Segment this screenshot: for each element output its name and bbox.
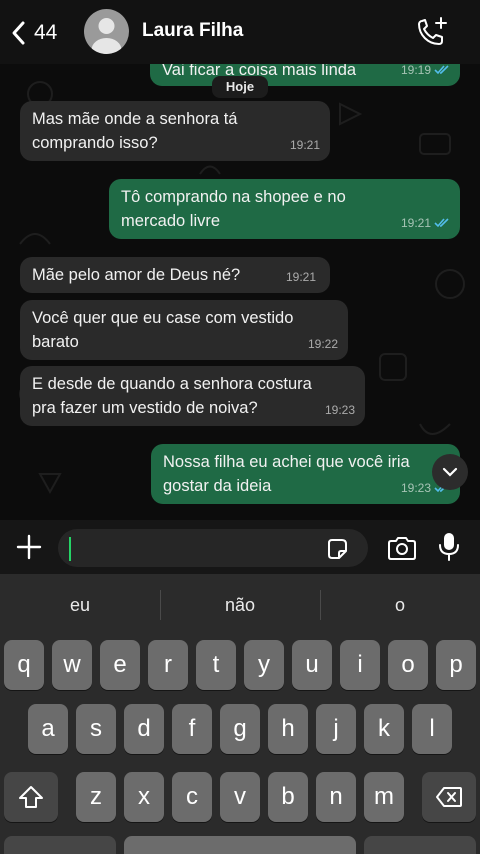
- microphone-icon[interactable]: [437, 531, 461, 563]
- key-e[interactable]: e: [100, 640, 140, 690]
- message-meta: 19:21: [290, 133, 320, 157]
- suggestion-1[interactable]: eu: [0, 574, 160, 636]
- message-time: 19:21: [400, 216, 431, 230]
- contact-name[interactable]: Laura Filha: [142, 20, 243, 42]
- add-call-icon[interactable]: [414, 15, 450, 49]
- suggestion-3[interactable]: o: [320, 574, 480, 636]
- key-a[interactable]: a: [28, 704, 68, 754]
- key-m[interactable]: m: [364, 772, 404, 822]
- message-time: 19:23: [400, 481, 431, 495]
- shift-icon: [19, 786, 43, 808]
- message-input[interactable]: [58, 529, 368, 567]
- back-button[interactable]: 44: [8, 16, 57, 50]
- read-ticks-icon: [434, 65, 449, 75]
- message-bubble-outgoing[interactable]: Nossa filha eu achei que você iria gosta…: [151, 444, 460, 504]
- message-time: 19:21: [289, 138, 320, 152]
- chevron-left-icon: [12, 21, 25, 45]
- message-time: 19:21: [285, 270, 316, 284]
- key-h[interactable]: h: [268, 704, 308, 754]
- message-text: Mas mãe onde a senhora tá comprando isso…: [32, 110, 238, 152]
- scroll-to-bottom-button[interactable]: [432, 454, 468, 490]
- chat-header: 44 Laura Filha: [0, 0, 480, 64]
- message-time: 19:19: [400, 64, 431, 77]
- virtual-keyboard: eu não o q w e r t y u i o p a s d f g h…: [0, 574, 480, 854]
- return-key[interactable]: [364, 836, 476, 854]
- plus-icon[interactable]: [14, 532, 44, 562]
- key-r[interactable]: r: [148, 640, 188, 690]
- space-key[interactable]: [124, 836, 356, 854]
- key-w[interactable]: w: [52, 640, 92, 690]
- date-divider: Hoje: [212, 76, 268, 98]
- message-input-bar: [0, 520, 480, 574]
- key-l[interactable]: l: [412, 704, 452, 754]
- message-text: Tô comprando na shopee e no mercado livr…: [121, 188, 346, 230]
- shift-key[interactable]: [4, 772, 58, 822]
- chevron-down-icon: [442, 467, 458, 477]
- message-bubble-incoming[interactable]: Mas mãe onde a senhora tá comprando isso…: [20, 101, 330, 161]
- key-i[interactable]: i: [340, 640, 380, 690]
- sticker-icon[interactable]: [325, 537, 349, 561]
- backspace-key[interactable]: [422, 772, 476, 822]
- message-bubble-outgoing[interactable]: Vai ficar a coisa mais linda 19:19: [150, 64, 460, 86]
- message-bubble-incoming[interactable]: E desde de quando a senhora costura pra …: [20, 366, 365, 426]
- suggestion-2[interactable]: não: [160, 574, 320, 636]
- message-text: E desde de quando a senhora costura pra …: [32, 375, 312, 417]
- key-k[interactable]: k: [364, 704, 404, 754]
- message-bubble-incoming[interactable]: Você quer que eu case com vestido barato…: [20, 300, 348, 360]
- key-c[interactable]: c: [172, 772, 212, 822]
- avatar[interactable]: [84, 9, 129, 54]
- key-s[interactable]: s: [76, 704, 116, 754]
- message-meta: 19:22: [308, 332, 338, 356]
- key-j[interactable]: j: [316, 704, 356, 754]
- read-ticks-icon: [434, 218, 449, 228]
- message-text: Você quer que eu case com vestido barato: [32, 309, 294, 351]
- key-t[interactable]: t: [196, 640, 236, 690]
- key-q[interactable]: q: [4, 640, 44, 690]
- chat-area[interactable]: Vai ficar a coisa mais linda 19:19 Hoje …: [0, 64, 480, 520]
- message-bubble-outgoing[interactable]: Tô comprando na shopee e no mercado livr…: [109, 179, 460, 239]
- camera-icon[interactable]: [386, 534, 418, 562]
- message-meta: 19:21: [286, 265, 316, 289]
- text-caret: [69, 537, 71, 561]
- unread-count: 44: [34, 21, 58, 44]
- key-y[interactable]: y: [244, 640, 284, 690]
- message-meta: 19:21: [401, 211, 450, 235]
- numbers-key[interactable]: [4, 836, 116, 854]
- key-x[interactable]: x: [124, 772, 164, 822]
- key-b[interactable]: b: [268, 772, 308, 822]
- message-meta: 19:23: [325, 398, 355, 422]
- key-f[interactable]: f: [172, 704, 212, 754]
- backspace-icon: [436, 787, 462, 807]
- message-time: 19:22: [307, 337, 338, 351]
- key-g[interactable]: g: [220, 704, 260, 754]
- message-bubble-incoming[interactable]: Mãe pelo amor de Deus né? 19:21: [20, 257, 330, 293]
- key-p[interactable]: p: [436, 640, 476, 690]
- key-d[interactable]: d: [124, 704, 164, 754]
- message-text: Mãe pelo amor de Deus né?: [32, 266, 241, 284]
- key-n[interactable]: n: [316, 772, 356, 822]
- default-avatar-icon: [91, 18, 122, 54]
- key-v[interactable]: v: [220, 772, 260, 822]
- key-z[interactable]: z: [76, 772, 116, 822]
- message-time: 19:23: [324, 403, 355, 417]
- key-u[interactable]: u: [292, 640, 332, 690]
- message-meta: 19:19: [401, 64, 450, 82]
- key-o[interactable]: o: [388, 640, 428, 690]
